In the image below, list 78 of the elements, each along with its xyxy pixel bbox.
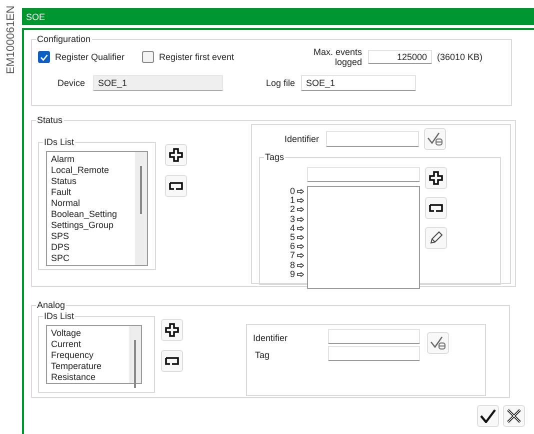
index-number: 5 [290,232,295,242]
check-icon [40,54,48,60]
list-item[interactable]: Fault [51,187,135,198]
validate-button[interactable] [424,128,446,150]
index-number: 2 [290,205,295,215]
list-item[interactable]: Status [51,176,135,187]
list-item[interactable]: Local_Remote [51,165,135,176]
cancel-icon [506,409,522,423]
plus-icon [429,171,443,185]
field-label: Max. events logged [312,47,362,67]
list-item[interactable]: Voltage [51,328,129,339]
side-label: EM100061EN [5,6,17,74]
input-field[interactable] [326,131,419,147]
list-item[interactable]: Boolean_Setting [51,209,135,220]
field-label: Identifier [283,134,319,144]
input-field[interactable]: SOE_1 [301,75,416,91]
list-item[interactable]: Current [51,339,129,350]
size-text: (36010 KB) [437,52,483,62]
plus-icon [165,323,179,337]
section-title: Status [36,115,64,125]
section-title: Analog [36,300,66,310]
index-number: 1 [290,196,295,206]
checkbox[interactable] [142,51,154,63]
list-box[interactable]: Alarm Local_Remote Status Fault Normal Boolean_Setting Settings_Group SPS DPS SPC [46,151,148,266]
field-label: Log file [264,78,295,88]
validate-button[interactable] [427,332,449,354]
ok-button[interactable] [477,405,499,427]
list-item[interactable]: Frequency [51,350,129,361]
scrollbar-thumb[interactable] [140,166,142,214]
index-number: 4 [290,224,295,233]
list-item[interactable]: Normal [51,198,135,209]
remove-button[interactable] [161,350,183,372]
section-title: IDs List [43,137,76,147]
input-field[interactable]: 125000 [368,50,432,64]
index-number: 0 [290,187,295,196]
checkbox[interactable] [38,51,50,63]
checkbox-label: Register first event [159,52,234,62]
input-field[interactable] [328,329,420,344]
scrollbar[interactable] [135,152,147,265]
list-item[interactable]: Resistance [51,372,129,383]
check-database-icon [430,336,446,350]
index-number: 8 [290,260,295,270]
list-item[interactable]: SPC [51,253,135,264]
field-label: Device [56,78,85,88]
remove-button[interactable] [165,175,187,197]
index-number: 6 [290,242,295,252]
index-number: 3 [290,214,295,224]
list-item[interactable]: Alarm [51,154,135,165]
list-item[interactable]: SPS [51,231,135,242]
edit-button[interactable] [425,227,447,249]
index-number: 7 [290,251,295,261]
add-button[interactable] [161,319,183,341]
add-button[interactable] [425,167,447,189]
remove-button[interactable] [425,197,447,219]
list-item[interactable]: DPS [51,242,135,253]
index-number: 9 [290,270,295,279]
field-label: Identifier [253,332,289,344]
check-database-icon [427,132,443,146]
minus-icon [165,357,179,365]
input-field[interactable] [307,167,420,182]
list-box[interactable] [307,186,420,289]
minus-icon [169,182,183,190]
list-item[interactable]: Temperature [51,361,129,372]
pencil-icon [429,231,443,245]
add-button[interactable] [165,144,187,166]
scrollbar-thumb[interactable] [134,340,136,388]
cancel-button[interactable] [503,405,525,427]
window-title: SOE [22,8,534,25]
section-title: Configuration [36,34,92,44]
section-title: IDs List [43,311,76,321]
minus-icon [429,204,443,212]
section-title: Tags [264,152,286,162]
input-field[interactable] [328,346,420,361]
list-item[interactable]: Settings_Group [51,220,135,231]
field-label: Tag [254,348,271,362]
checkmark-icon [480,409,496,423]
plus-icon [169,148,183,162]
checkbox-label: Register Qualifier [55,52,125,62]
